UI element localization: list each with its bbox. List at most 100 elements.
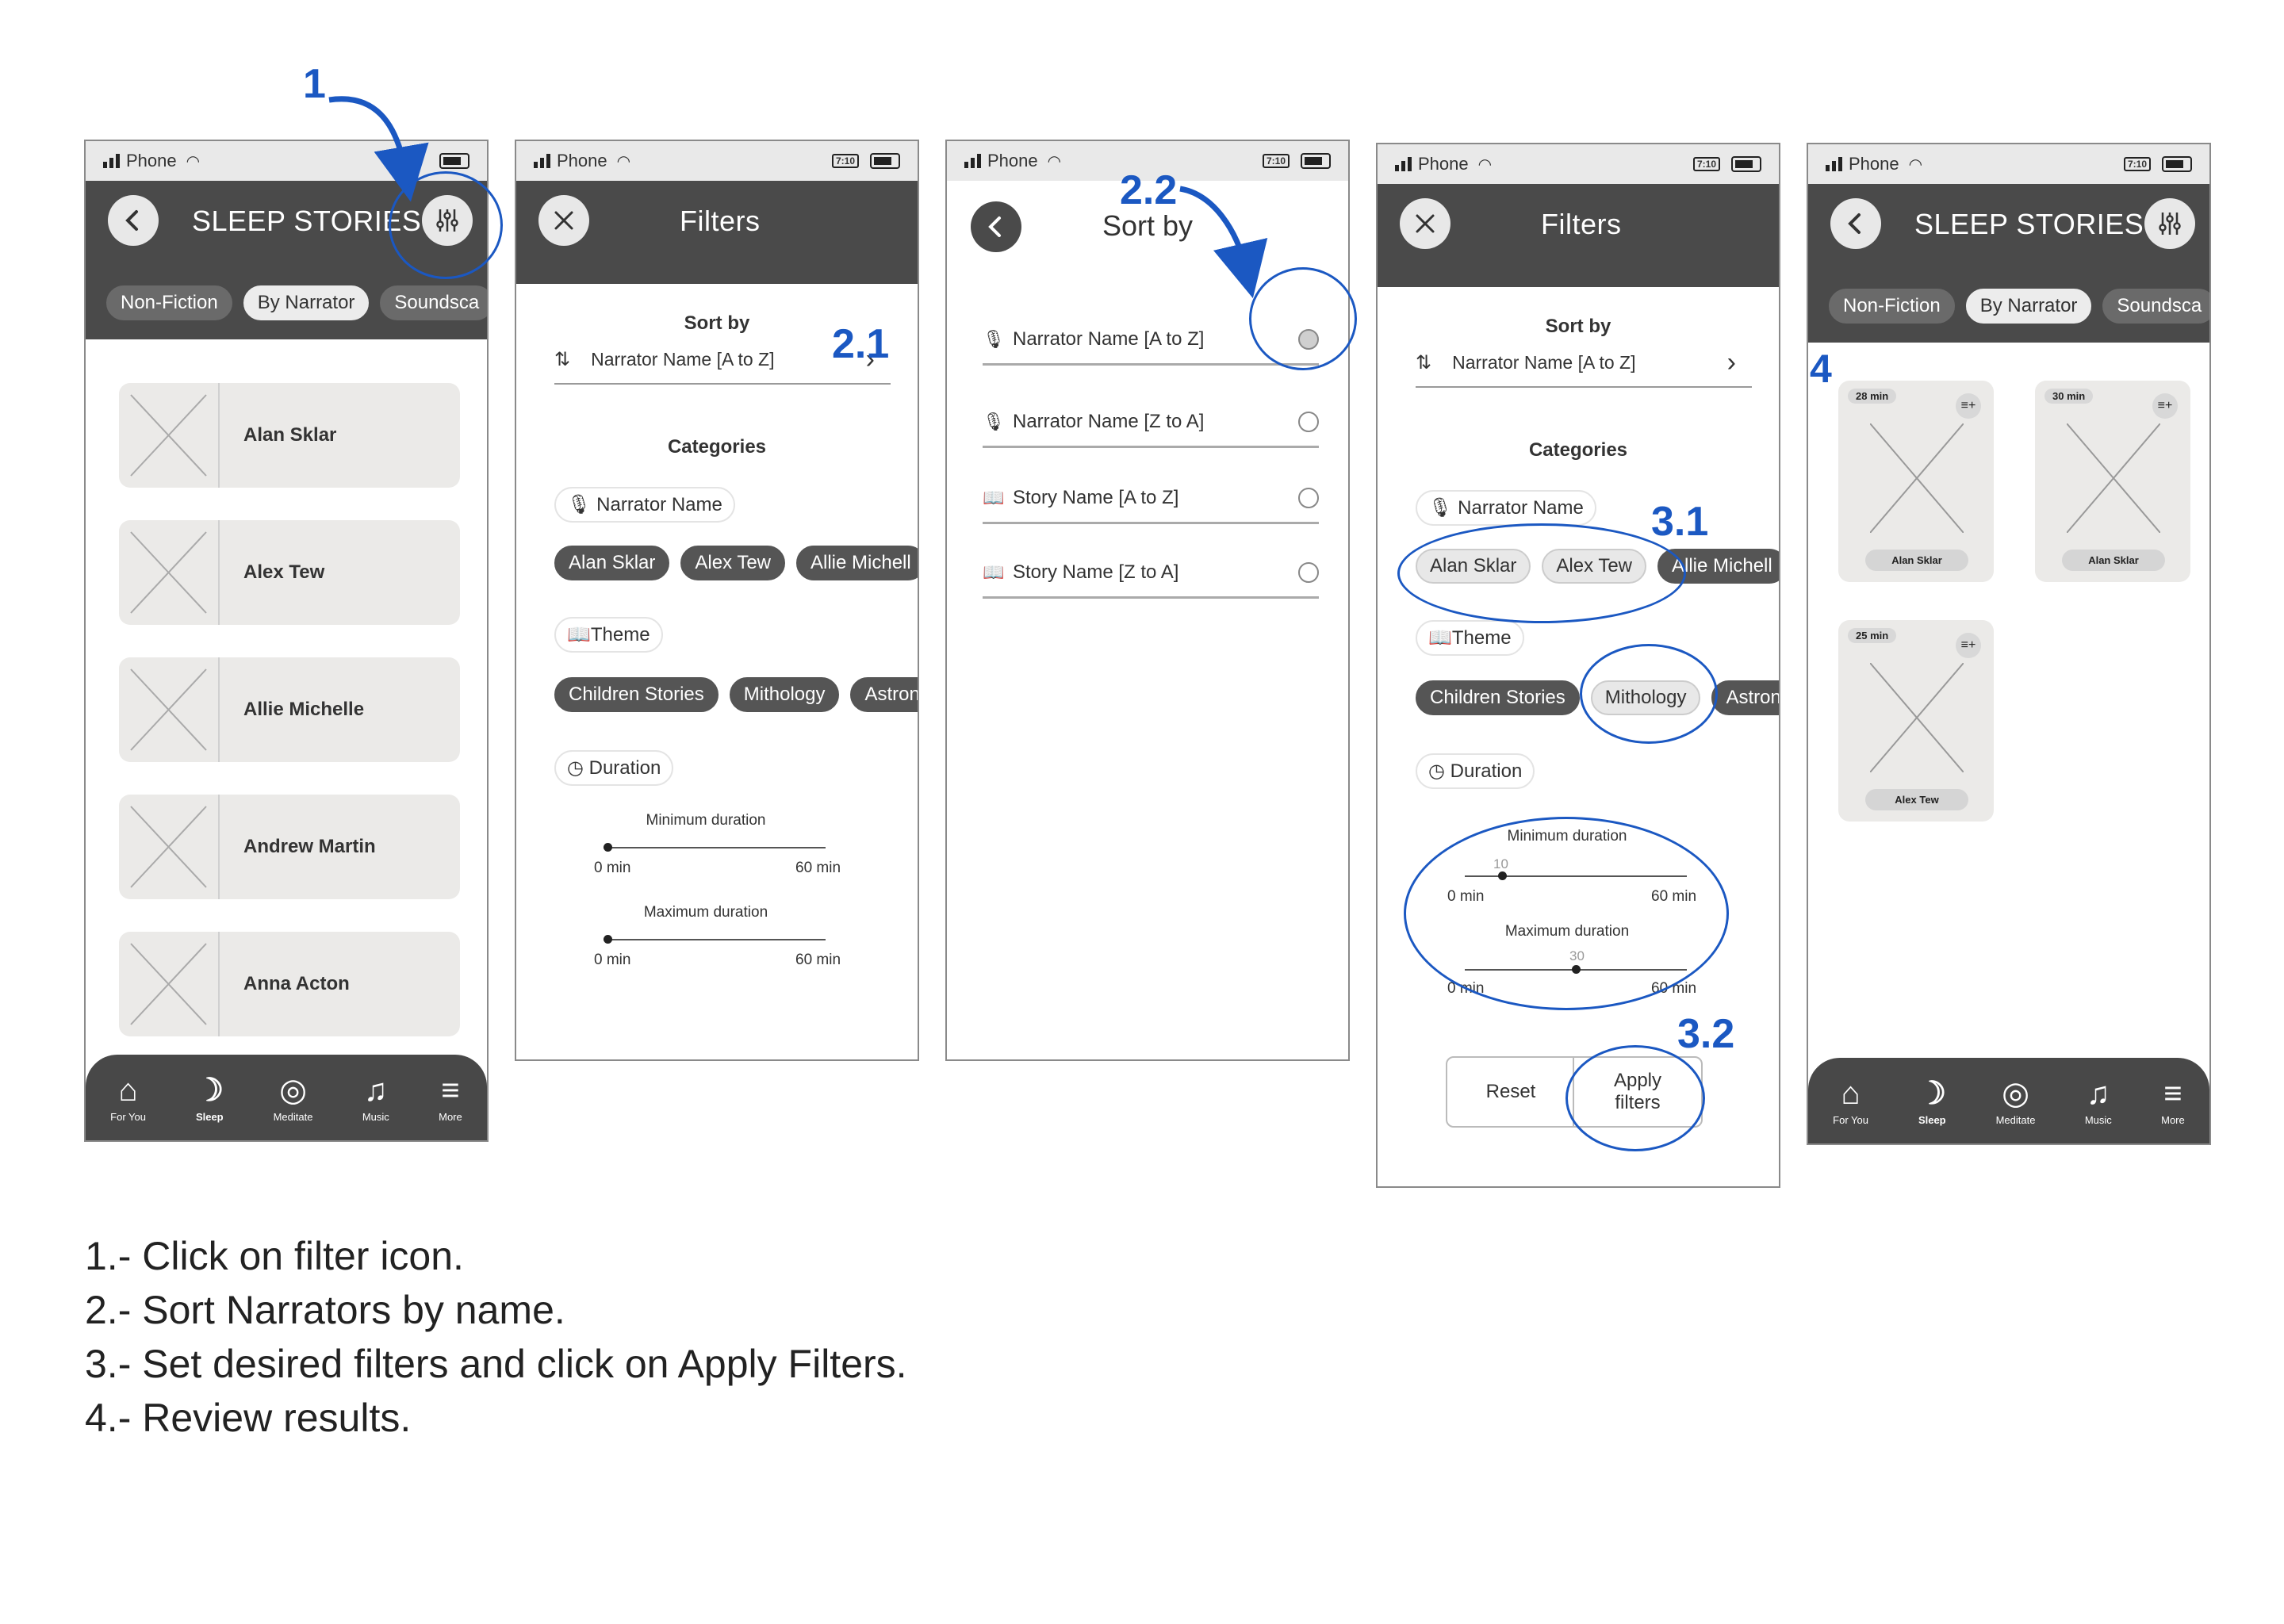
- reset-button[interactable]: Reset: [1446, 1056, 1576, 1128]
- bottom-tab-bar: ⌂ For You ☽ Sleep ◎ Meditate ♫ Music ≡ More: [1808, 1058, 2209, 1143]
- max-duration-slider[interactable]: [604, 935, 826, 944]
- tab-meditate[interactable]: ◎ Meditate: [274, 1073, 313, 1123]
- tab-for-you[interactable]: ⌂ For You: [110, 1073, 146, 1123]
- duration-badge: 30 min: [2044, 389, 2094, 404]
- narrator-name: Allie Michelle: [243, 699, 365, 720]
- chip-non-fiction[interactable]: Non-Fiction: [1829, 289, 1955, 324]
- narrator-label: Alex Tew: [1865, 789, 1968, 810]
- theme-category: 📖Theme: [1416, 620, 1524, 656]
- chip-children-stories[interactable]: Children Stories: [1416, 680, 1580, 715]
- min-label-sixty: 60 min: [795, 860, 841, 876]
- microphone-icon: 🎙: [567, 494, 597, 515]
- status-badge: 7:10: [1262, 154, 1290, 168]
- step-1: 1.- Click on filter icon.: [85, 1234, 464, 1278]
- tab-more[interactable]: ≡ More: [439, 1073, 462, 1123]
- back-button[interactable]: [1830, 198, 1881, 249]
- bottom-tab-bar: ⌂ For You ☽ Sleep ◎ Meditate ♫ Music ≡ More: [86, 1055, 487, 1140]
- screen-results: Phone ◠ 7:10 SLEEP STORIES Non-Fiction B…: [1807, 143, 2211, 1145]
- sort-by-row[interactable]: ⇅ Narrator Name [A to Z] ›: [1416, 339, 1752, 388]
- header: Filters: [1378, 184, 1779, 287]
- chip-soundscapes[interactable]: Soundsca: [380, 285, 487, 320]
- tab-more[interactable]: ≡ More: [2161, 1076, 2185, 1126]
- book-icon: 📖: [567, 624, 591, 645]
- chip-allie-michelle[interactable]: Allie Michell: [796, 546, 918, 580]
- slider-knob[interactable]: [604, 935, 612, 944]
- back-button[interactable]: [108, 195, 159, 246]
- battery-icon: [1301, 153, 1331, 169]
- story-card[interactable]: 30 min ≡+ Alan Sklar: [2035, 381, 2190, 582]
- chip-alan-sklar[interactable]: Alan Sklar: [554, 546, 670, 580]
- radio-button[interactable]: [1298, 488, 1319, 508]
- wifi-icon: ◠: [186, 152, 201, 170]
- moon-icon: ☽: [195, 1072, 224, 1108]
- chip-children-stories[interactable]: Children Stories: [554, 677, 719, 712]
- clock-icon: ◷: [1428, 760, 1450, 782]
- chip-by-narrator[interactable]: By Narrator: [243, 285, 370, 320]
- narrator-name: Anna Acton: [243, 973, 350, 994]
- chip-astronomy[interactable]: Astron: [1711, 680, 1779, 715]
- home-icon: ⌂: [118, 1072, 138, 1108]
- status-badge: 7:10: [1692, 157, 1720, 171]
- music-note-icon: ♫: [363, 1072, 388, 1108]
- music-note-icon: ♫: [2086, 1075, 2110, 1111]
- narrator-card[interactable]: Andrew Martin: [119, 795, 460, 899]
- sort-option[interactable]: 📖 Story Name [A to Z]: [983, 474, 1319, 524]
- narrator-name: Alan Sklar: [243, 424, 337, 446]
- image-placeholder-icon: [2067, 423, 2160, 533]
- chip-mithology[interactable]: Mithology: [729, 677, 840, 712]
- circle-icon: ◎: [279, 1072, 307, 1108]
- clock-icon: ◷: [567, 757, 589, 779]
- carrier-label: Phone: [987, 151, 1038, 170]
- chip-alex-tew[interactable]: Alex Tew: [680, 546, 785, 580]
- sort-option[interactable]: 🎙 Narrator Name [Z to A]: [983, 398, 1319, 448]
- tab-music[interactable]: ♫ Music: [2085, 1076, 2112, 1126]
- radio-button[interactable]: [1298, 562, 1319, 583]
- story-card[interactable]: 25 min ≡+ Alex Tew: [1838, 620, 1994, 822]
- annotation-1: 1: [303, 61, 326, 107]
- close-button[interactable]: [538, 195, 589, 246]
- carrier-label: Phone: [1418, 154, 1469, 174]
- story-card[interactable]: 28 min ≡+ Alan Sklar: [1838, 381, 1994, 582]
- filter-button[interactable]: [2144, 198, 2195, 249]
- narrator-card[interactable]: Alex Tew: [119, 520, 460, 625]
- carrier-label: Phone: [126, 151, 177, 170]
- image-placeholder-icon: [130, 795, 220, 899]
- menu-icon: ≡: [2163, 1075, 2182, 1111]
- image-placeholder-icon: [130, 383, 220, 488]
- sort-option[interactable]: 📖 Story Name [Z to A]: [983, 549, 1319, 599]
- signal-icon: [964, 154, 981, 168]
- header: Filters: [516, 181, 918, 284]
- close-button[interactable]: [1400, 198, 1450, 249]
- page-title: Filters: [680, 205, 761, 237]
- tab-music[interactable]: ♫ Music: [362, 1073, 389, 1123]
- back-button[interactable]: [971, 201, 1021, 252]
- add-to-playlist-icon[interactable]: ≡+: [2152, 393, 2178, 419]
- highlight-narrator-chips: [1397, 523, 1686, 623]
- tab-sleep[interactable]: ☽ Sleep: [195, 1073, 224, 1123]
- chip-soundscapes[interactable]: Soundsca: [2102, 289, 2209, 324]
- narrator-card[interactable]: Alan Sklar: [119, 383, 460, 488]
- signal-icon: [103, 154, 120, 168]
- slider-knob[interactable]: [604, 843, 612, 852]
- tab-sleep[interactable]: ☽ Sleep: [1918, 1076, 1946, 1126]
- tab-meditate[interactable]: ◎ Meditate: [1996, 1076, 2036, 1126]
- tab-for-you[interactable]: ⌂ For You: [1833, 1076, 1868, 1126]
- menu-icon: ≡: [441, 1072, 460, 1108]
- chip-astronomy[interactable]: Astron: [850, 677, 918, 712]
- step-4: 4.- Review results.: [85, 1396, 412, 1440]
- min-duration-slider[interactable]: [604, 843, 826, 852]
- page-title: Sort by: [1102, 209, 1194, 242]
- highlight-theme-chip: [1580, 644, 1718, 744]
- add-to-playlist-icon[interactable]: ≡+: [1956, 633, 1981, 658]
- sort-by-label: Sort by: [1545, 316, 1611, 337]
- chevron-left-icon: [988, 216, 1001, 237]
- min-duration-label: Minimum duration: [646, 812, 766, 829]
- narrator-card[interactable]: Anna Acton: [119, 932, 460, 1036]
- add-to-playlist-icon[interactable]: ≡+: [1956, 393, 1981, 419]
- chip-non-fiction[interactable]: Non-Fiction: [106, 285, 232, 320]
- max-duration-label: Maximum duration: [643, 904, 768, 921]
- screen-filters: Phone ◠ 7:10 Filters Sort by ⇅ Narrator …: [515, 140, 919, 1061]
- narrator-card[interactable]: Allie Michelle: [119, 657, 460, 762]
- chip-by-narrator[interactable]: By Narrator: [1965, 289, 2092, 324]
- radio-button[interactable]: [1298, 412, 1319, 432]
